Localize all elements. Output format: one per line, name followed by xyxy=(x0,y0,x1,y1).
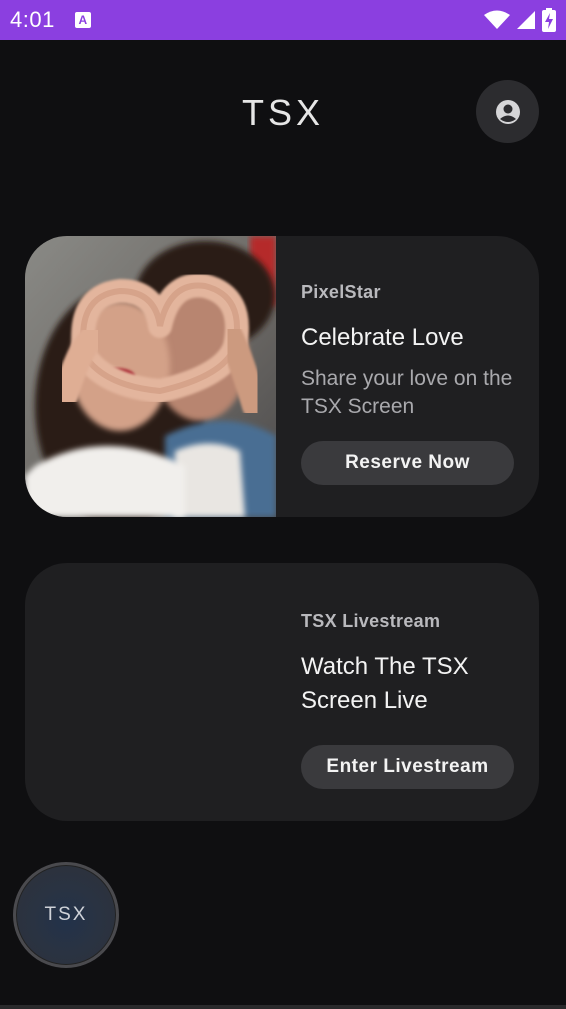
tsx-fab-button[interactable]: TSX xyxy=(13,862,119,968)
pixelstar-card: PixelStar Celebrate Love Share your love… xyxy=(25,236,539,517)
account-circle-icon xyxy=(495,99,520,124)
enter-livestream-button[interactable]: Enter Livestream xyxy=(301,745,514,789)
status-icons xyxy=(484,8,556,32)
status-bar: 4:01 A xyxy=(0,0,566,40)
profile-button[interactable] xyxy=(476,80,539,143)
status-time: 4:01 xyxy=(10,7,55,32)
card-title: Celebrate Love xyxy=(301,324,464,351)
card-tag: TSX Livestream xyxy=(301,611,441,631)
couple-heart-hands-photo xyxy=(25,236,276,517)
livestream-card: TSX Livestream Watch The TSX Screen Live… xyxy=(25,563,539,821)
bottom-divider xyxy=(0,1005,566,1009)
card-body: TSX Livestream Watch The TSX Screen Live… xyxy=(301,611,515,789)
wifi-icon xyxy=(484,10,510,29)
battery-charging-icon xyxy=(542,8,556,32)
signal-icon xyxy=(517,11,535,29)
card-description: Share your love on the TSX Screen xyxy=(301,367,513,418)
card-tag: PixelStar xyxy=(301,282,381,302)
reserve-now-button[interactable]: Reserve Now xyxy=(301,441,514,485)
a-box-icon: A xyxy=(74,12,91,28)
card-body: PixelStar Celebrate Love Share your love… xyxy=(301,282,515,485)
card-title: Watch The TSX Screen Live xyxy=(301,653,469,714)
